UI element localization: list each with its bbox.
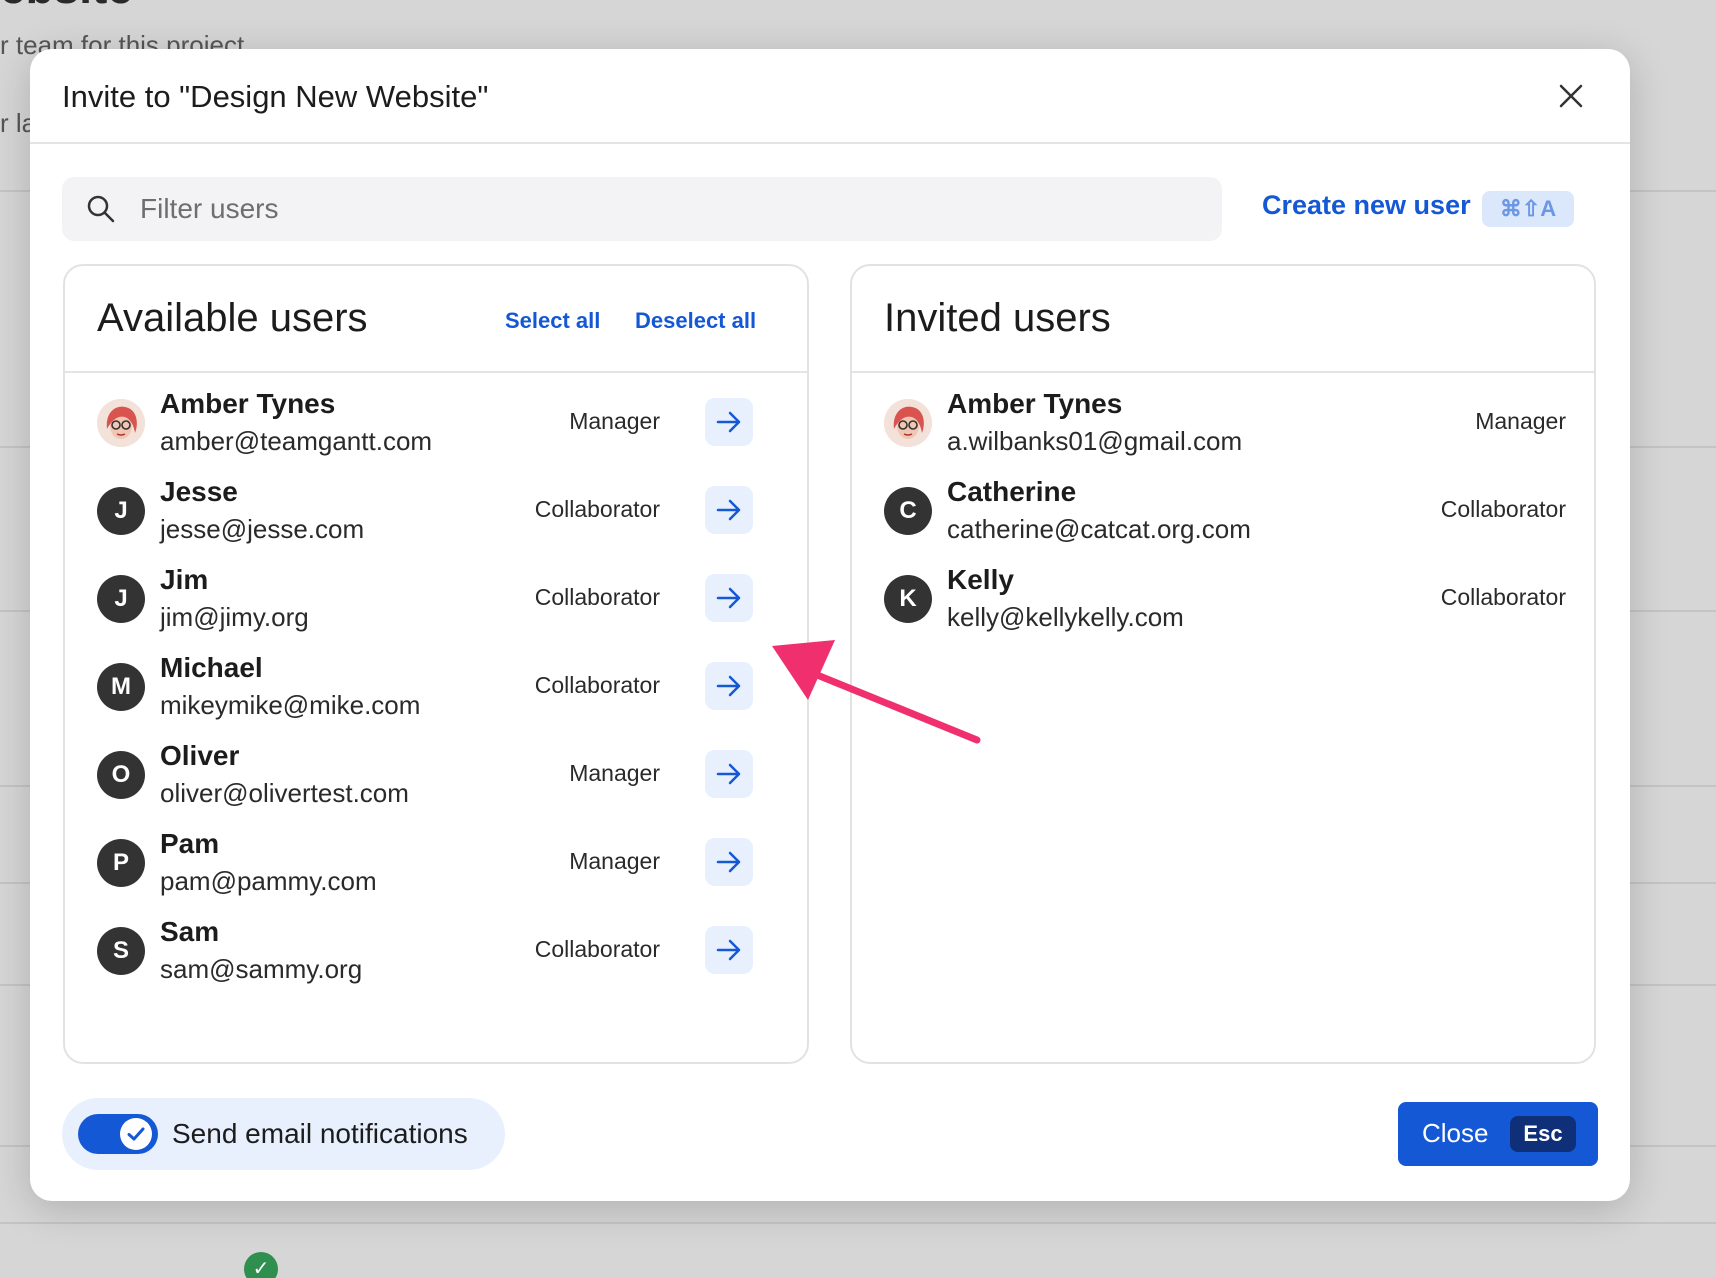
user-email: a.wilbanks01@gmail.com	[947, 426, 1243, 456]
select-all-button[interactable]: Select all	[505, 308, 600, 334]
user-row: Amber Tynes amber@teamgantt.com Manager	[65, 374, 765, 470]
filter-users-search	[62, 177, 1222, 241]
avatar	[97, 399, 145, 447]
user-email: jim@jimy.org	[160, 602, 309, 632]
available-users-title: Available users	[97, 296, 368, 340]
user-name: Amber Tynes	[947, 388, 1123, 419]
available-users-header: Available users Select all Deselect all	[65, 266, 807, 373]
user-row: J Jim jim@jimy.org Collaborator	[65, 550, 765, 646]
check-icon	[120, 1118, 152, 1150]
filter-users-input[interactable]	[140, 177, 1200, 241]
user-row: Amber Tynes a.wilbanks01@gmail.com Manager	[852, 374, 1594, 470]
user-role: Collaborator	[534, 672, 660, 698]
user-name: Kelly	[947, 564, 1014, 595]
user-row: S Sam sam@sammy.org Collaborator	[65, 902, 765, 998]
user-role: Collaborator	[1440, 496, 1566, 522]
user-role: Collaborator	[534, 584, 660, 610]
user-role: Manager	[569, 760, 660, 786]
user-row: P Pam pam@pammy.com Manager	[65, 814, 765, 910]
user-row: K Kelly kelly@kellykelly.com Collaborator	[852, 550, 1594, 646]
invite-user-button[interactable]	[705, 486, 753, 534]
avatar: C	[884, 487, 932, 535]
user-role: Manager	[569, 408, 660, 434]
deselect-all-button[interactable]: Deselect all	[635, 308, 756, 334]
create-new-user-link[interactable]: Create new user	[1262, 190, 1471, 221]
invite-user-button[interactable]	[705, 926, 753, 974]
user-row: M Michael mikeymike@mike.com Collaborator	[65, 638, 765, 734]
modal-title: Invite to "Design New Website"	[62, 79, 489, 114]
user-email: oliver@olivertest.com	[160, 778, 409, 808]
user-name: Jesse	[160, 476, 238, 507]
invited-users-title: Invited users	[884, 296, 1111, 340]
user-name: Pam	[160, 828, 220, 859]
invite-modal: Invite to "Design New Website" Create ne…	[30, 49, 1630, 1201]
invite-user-button[interactable]	[705, 750, 753, 798]
user-role: Collaborator	[534, 936, 660, 962]
user-email: mikeymike@mike.com	[160, 690, 421, 720]
user-name: Amber Tynes	[160, 388, 336, 419]
user-name: Michael	[160, 652, 263, 683]
modal-header: Invite to "Design New Website"	[30, 49, 1630, 144]
user-role: Collaborator	[1440, 584, 1566, 610]
bg-divider	[0, 1222, 1716, 1224]
invite-user-button[interactable]	[705, 398, 753, 446]
avatar: S	[97, 927, 145, 975]
user-email: jesse@jesse.com	[160, 514, 365, 544]
user-role: Manager	[569, 848, 660, 874]
user-name: Sam	[160, 916, 220, 947]
invite-user-button[interactable]	[705, 838, 753, 886]
avatar: O	[97, 751, 145, 799]
close-icon[interactable]	[1556, 81, 1586, 111]
user-email: sam@sammy.org	[160, 954, 363, 984]
close-button[interactable]: Close Esc	[1398, 1102, 1598, 1166]
user-email: kelly@kellykelly.com	[947, 602, 1184, 632]
user-email: amber@teamgantt.com	[160, 426, 433, 456]
user-row: J Jesse jesse@jesse.com Collaborator	[65, 462, 765, 558]
invite-user-button[interactable]	[705, 662, 753, 710]
bg-page-title: ebsite	[0, 0, 133, 14]
avatar: P	[97, 839, 145, 887]
user-role: Manager	[1475, 408, 1566, 434]
check-icon: ✓	[244, 1252, 278, 1278]
user-name: Jim	[160, 564, 209, 595]
user-email: pam@pammy.com	[160, 866, 377, 896]
toggle-switch[interactable]	[78, 1114, 158, 1154]
send-email-notifications-toggle[interactable]: Send email notifications	[62, 1098, 505, 1170]
esc-shortcut: Esc	[1510, 1116, 1576, 1152]
close-button-label: Close	[1422, 1118, 1489, 1148]
avatar: J	[97, 487, 145, 535]
avatar: J	[97, 575, 145, 623]
avatar: M	[97, 663, 145, 711]
avatar: K	[884, 575, 932, 623]
user-role: Collaborator	[534, 496, 660, 522]
user-email: catherine@catcat.org.com	[947, 514, 1251, 544]
user-name: Oliver	[160, 740, 240, 771]
user-name: Catherine	[947, 476, 1077, 507]
user-row: C Catherine catherine@catcat.org.com Collab…	[852, 462, 1594, 558]
invited-users-panel: Invited users Amber Tynes a.wilbanks01@gm…	[850, 264, 1596, 1064]
create-user-shortcut: ⌘⇧A	[1482, 191, 1574, 227]
user-row: O Oliver oliver@olivertest.com Manager	[65, 726, 765, 822]
search-icon	[86, 194, 116, 224]
avatar	[884, 399, 932, 447]
invited-users-header: Invited users	[852, 266, 1594, 373]
invite-user-button[interactable]	[705, 574, 753, 622]
notifications-label: Send email notifications	[172, 1118, 468, 1149]
available-users-panel: Available users Select all Deselect all …	[63, 264, 809, 1064]
